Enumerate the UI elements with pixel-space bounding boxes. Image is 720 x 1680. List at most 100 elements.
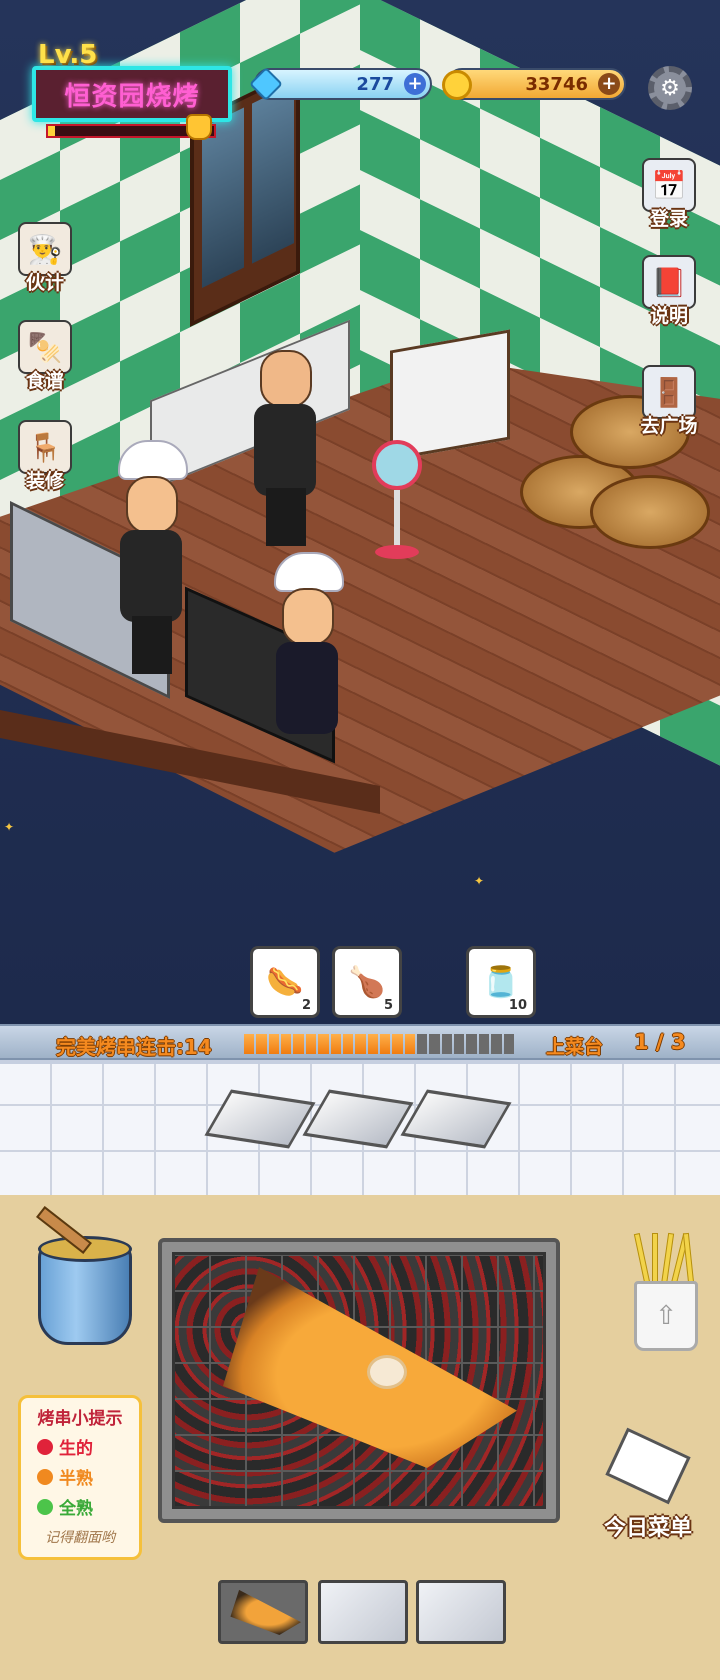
decorate-button[interactable]: 🪑 装修 — [8, 420, 82, 493]
chicken-wing-icon: 🍗 — [348, 964, 386, 1000]
level-label: Lv.5 — [38, 40, 98, 70]
combo-segment — [355, 1034, 366, 1054]
chef-body — [120, 530, 182, 622]
tip-done-label: 全熟 — [59, 1499, 93, 1519]
order-bubble[interactable]: 🫙 10 — [466, 946, 536, 1018]
shop-name: 恒资园烧烤 — [64, 81, 200, 112]
combo-segment — [404, 1034, 416, 1054]
tips-title: 烤串小提示 — [37, 1409, 123, 1429]
fan-base — [375, 545, 419, 559]
combo-segment — [441, 1034, 453, 1054]
waiter-body — [254, 404, 316, 496]
todays-menu-label: 今日菜单 — [603, 1516, 692, 1541]
half-dot-icon — [37, 1468, 53, 1485]
combo-segment — [379, 1034, 391, 1054]
order-count: 5 — [383, 998, 393, 1013]
coin-counter[interactable]: 33746 + — [442, 68, 626, 100]
tip-raw-label: 生的 — [59, 1439, 93, 1459]
combo-segment — [256, 1034, 267, 1054]
tip-done: 全熟 — [37, 1494, 135, 1519]
sink — [390, 329, 510, 461]
waiter-head — [260, 350, 312, 408]
add-coins-button[interactable]: + — [598, 73, 620, 95]
chef-head — [126, 476, 178, 534]
combo-segment — [491, 1034, 502, 1054]
skewer-slot[interactable] — [416, 1580, 506, 1644]
order-count: 2 — [301, 998, 311, 1013]
instructions-button[interactable]: 📕 说明 — [632, 255, 706, 328]
chef-legs — [132, 616, 172, 674]
order-bubble[interactable]: 🍗 5 — [332, 946, 402, 1018]
sausage-skewer-icon: 🌭 — [266, 964, 304, 1000]
login-label: 登录 — [649, 208, 688, 230]
recipes-label: 食谱 — [25, 370, 64, 392]
sparkle-icon: ✦ — [4, 820, 15, 834]
menu-paper-icon — [605, 1427, 691, 1505]
serve-counter-label: 上菜台 — [546, 1036, 604, 1058]
tip-half-label: 半熟 — [59, 1469, 93, 1489]
skewer-slot[interactable] — [218, 1580, 308, 1644]
chef-body — [276, 642, 338, 734]
raw-dot-icon — [37, 1438, 53, 1455]
electric-fan — [372, 440, 422, 490]
fries-cup: ⇧ — [634, 1281, 698, 1351]
restaurant-scene: 恒资园烧烤 Lv.5 277 + 33746 + ⚙ 👨‍🍳 伙计 🍢 食谱 🪑… — [0, 0, 720, 1020]
skewer-slot[interactable] — [318, 1580, 408, 1644]
combo-segment — [417, 1034, 428, 1054]
serving-plate[interactable] — [302, 1089, 414, 1149]
combo-segment — [305, 1034, 317, 1054]
recipes-button[interactable]: 🍢 食谱 — [8, 320, 82, 393]
serve-counter-count: 1 / 3 — [634, 1030, 686, 1054]
tips-footer: 记得翻面哟 — [45, 1530, 115, 1546]
todays-menu-button[interactable]: 今日菜单 — [598, 1427, 698, 1542]
grilling-tips-panel: 烤串小提示 生的 半熟 全熟 记得翻面哟 — [18, 1395, 142, 1560]
serving-counter — [0, 1060, 720, 1195]
window-pane — [252, 83, 294, 264]
decorate-label: 装修 — [25, 470, 64, 492]
staff-label: 伙计 — [25, 272, 64, 294]
login-button[interactable]: 📅 登录 — [632, 158, 706, 231]
basket — [590, 475, 710, 549]
instructions-label: 说明 — [649, 305, 688, 327]
plaza-button[interactable]: 🚪 去广场 — [624, 365, 714, 438]
add-gems-button[interactable]: + — [404, 73, 426, 95]
combo-meter — [244, 1034, 514, 1054]
coin-icon — [442, 70, 472, 100]
waiter-legs — [266, 488, 306, 546]
plaza-label: 去广场 — [640, 415, 698, 437]
done-dot-icon — [37, 1498, 53, 1515]
tip-half: 半熟 — [37, 1464, 135, 1489]
egg-topping — [367, 1355, 407, 1389]
combo-segment — [244, 1034, 255, 1054]
combo-bar: 完美烤串连击:14 上菜台 1 / 3 — [0, 1024, 720, 1060]
thumbs-up-icon — [186, 114, 212, 140]
combo-segment — [318, 1034, 329, 1054]
combo-segment — [367, 1034, 378, 1054]
order-count: 10 — [508, 998, 527, 1013]
fan-pole — [394, 490, 400, 550]
gem-amount: 277 — [356, 73, 394, 95]
combo-segment — [342, 1034, 354, 1054]
combo-label: 完美烤串连击:14 — [56, 1035, 212, 1059]
staff-button[interactable]: 👨‍🍳 伙计 — [8, 222, 82, 295]
settings-gear-icon[interactable]: ⚙ — [648, 66, 692, 110]
coin-amount: 33746 — [525, 73, 588, 95]
sparkle-icon: ✦ — [474, 874, 485, 888]
serving-plate[interactable] — [400, 1089, 512, 1149]
combo-segment — [293, 1034, 304, 1054]
combo-segment — [392, 1034, 403, 1054]
combo-segment — [268, 1034, 280, 1054]
grill-grate-area[interactable] — [172, 1252, 546, 1509]
combo-segment — [429, 1034, 440, 1054]
sauce-jar-icon: 🫙 — [482, 964, 520, 1000]
grill — [158, 1238, 560, 1523]
sauce-bucket[interactable] — [38, 1236, 132, 1345]
combo-segment — [454, 1034, 465, 1054]
fries-skewer-holder[interactable]: ⇧ — [630, 1223, 702, 1353]
gem-counter[interactable]: 277 + — [249, 67, 432, 101]
order-bubble[interactable]: 🌭 2 — [250, 946, 320, 1018]
combo-segment — [478, 1034, 490, 1054]
grill-station: 烤串小提示 生的 半熟 全熟 记得翻面哟 ⇧ 今日菜单 — [0, 1195, 720, 1680]
serving-plate[interactable] — [204, 1089, 316, 1149]
chef-head — [282, 588, 334, 646]
